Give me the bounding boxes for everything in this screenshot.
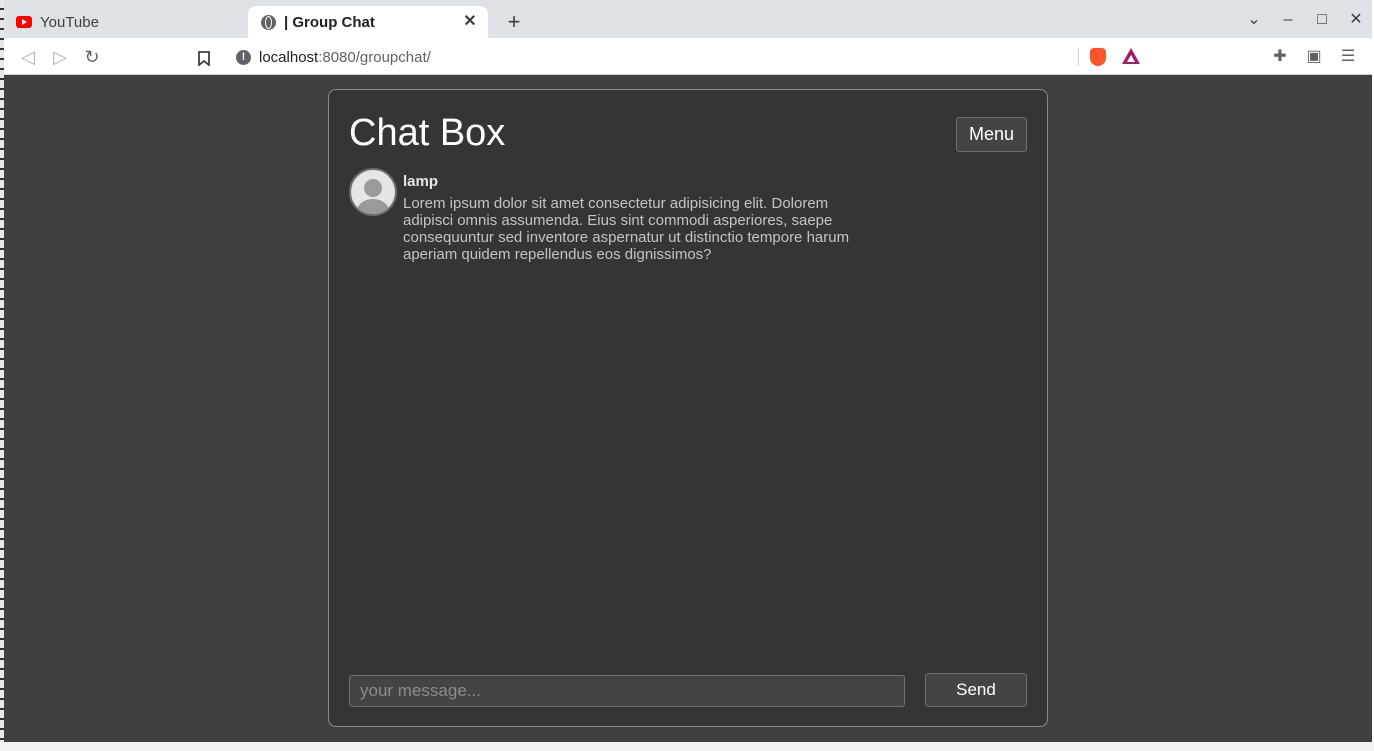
send-button[interactable]: Send xyxy=(925,673,1027,707)
address-bar[interactable]: ! localhost:8080/groupchat/ xyxy=(226,42,1150,72)
url-host: localhost xyxy=(259,48,319,66)
url-path: :8080/groupchat/ xyxy=(318,48,431,66)
globe-icon xyxy=(260,14,276,30)
browser-menu-icon[interactable]: ☰ xyxy=(1334,43,1362,71)
extensions-icon[interactable]: ✚ xyxy=(1266,43,1294,71)
tab-strip: YouTube | Group Chat ✕ + ⌄ – □ ✕ xyxy=(4,0,1372,38)
brave-shields-icon[interactable] xyxy=(1090,48,1106,66)
page-viewport: Chat Box Menu lamp Lorem ipsum dolor sit… xyxy=(4,76,1372,742)
menu-button[interactable]: Menu xyxy=(956,117,1027,152)
tab-title: YouTube xyxy=(40,13,99,31)
browser-toolbar: ◁ ▷ ↻ ! localhost:8080/groupchat/ ✚ ▣ ☰ xyxy=(4,38,1372,75)
new-tab-button[interactable]: + xyxy=(500,8,528,36)
tab-group-chat[interactable]: | Group Chat ✕ xyxy=(248,6,488,38)
close-tab-icon[interactable]: ✕ xyxy=(460,12,480,32)
minimize-icon[interactable]: – xyxy=(1276,8,1300,32)
avatar xyxy=(349,168,397,216)
maximize-icon[interactable]: □ xyxy=(1310,8,1334,32)
close-window-icon[interactable]: ✕ xyxy=(1344,8,1368,32)
omnibox-divider xyxy=(1078,48,1079,66)
page-title: Chat Box xyxy=(349,112,506,154)
message-username: lamp xyxy=(403,173,439,190)
youtube-icon xyxy=(16,14,32,30)
forward-icon[interactable]: ▷ xyxy=(46,43,74,71)
brave-rewards-icon[interactable] xyxy=(1122,48,1140,64)
reload-icon[interactable]: ↻ xyxy=(78,43,106,71)
tab-search-dropdown-icon[interactable]: ⌄ xyxy=(1242,8,1266,32)
url-text: localhost:8080/groupchat/ xyxy=(259,49,431,66)
message-input[interactable] xyxy=(349,675,905,707)
bookmark-icon[interactable] xyxy=(190,43,218,71)
back-icon[interactable]: ◁ xyxy=(14,43,42,71)
message-text: Lorem ipsum dolor sit amet consectetur a… xyxy=(403,195,850,263)
wallet-icon[interactable]: ▣ xyxy=(1300,43,1328,71)
terminal-edge xyxy=(0,742,1374,751)
browser-window: YouTube | Group Chat ✕ + ⌄ – □ ✕ ◁ ▷ ↻ !… xyxy=(4,0,1372,742)
site-info-icon[interactable]: ! xyxy=(236,49,251,65)
tab-title: | Group Chat xyxy=(284,13,375,31)
tab-youtube[interactable]: YouTube xyxy=(4,6,244,38)
chat-box: Chat Box Menu lamp Lorem ipsum dolor sit… xyxy=(328,89,1048,727)
